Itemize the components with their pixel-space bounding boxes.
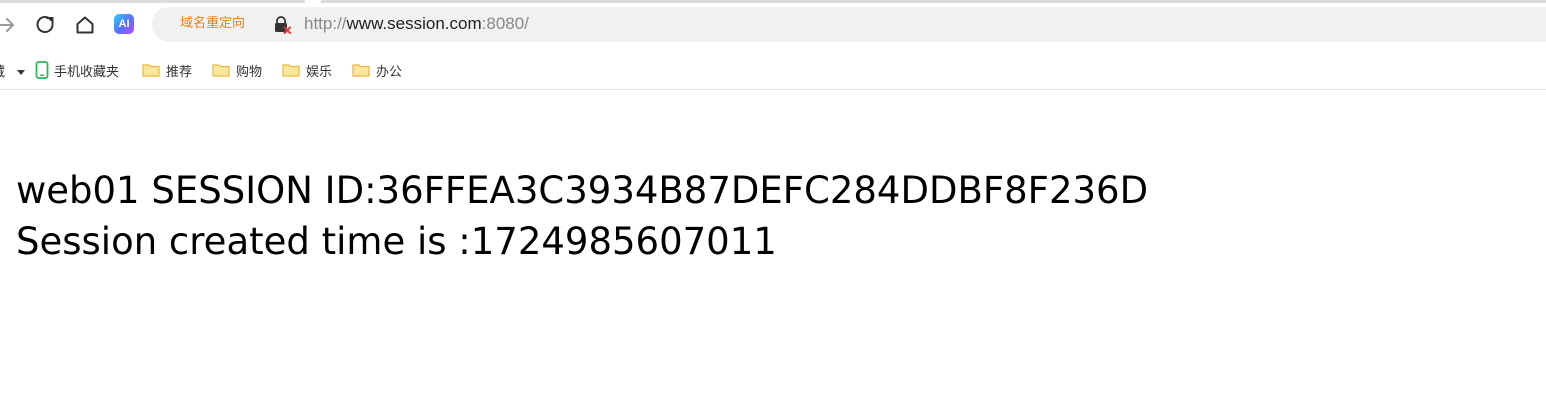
ai-assistant-label: AI: [118, 18, 130, 30]
folder-icon: [212, 64, 230, 77]
session-created-time-line: Session created time is :1724985607011: [16, 220, 777, 263]
bookmark-folder-office[interactable]: 办公: [352, 60, 402, 80]
bookmark-folder-entertainment[interactable]: 娱乐: [282, 60, 332, 80]
url-text[interactable]: http://www.session.com:8080/: [304, 13, 529, 35]
forward-arrow-icon[interactable]: [0, 13, 18, 37]
bookmark-mobile-folder[interactable]: 手机收藏夹: [35, 60, 119, 80]
bookmark-folder-label: 推荐: [166, 64, 193, 80]
url-port-path: :8080/: [481, 14, 529, 33]
folder-icon: [282, 64, 300, 77]
ai-assistant-icon[interactable]: AI: [114, 14, 134, 34]
session-id-line: web01 SESSION ID:36FFEA3C3934B87DEFC284D…: [16, 169, 1149, 212]
folder-icon: [352, 64, 370, 77]
bookmark-folder-label: 办公: [376, 64, 403, 80]
mobile-phone-icon: [35, 61, 49, 79]
insecure-lock-icon[interactable]: [272, 15, 292, 35]
domain-redirect-tag[interactable]: 域名重定向: [180, 15, 245, 33]
bookmarks-dropdown-icon[interactable]: [16, 62, 26, 82]
reload-icon[interactable]: [33, 13, 57, 37]
url-scheme: http://: [304, 14, 347, 33]
bookmark-partial-item[interactable]: 藏: [0, 60, 5, 80]
browser-toolbar: AI 域名重定向 http://www.session.com:8080/: [0, 0, 1546, 50]
bookmarks-bar: 藏 手机收藏夹 推荐 购物 娱乐 办公: [0, 50, 1546, 90]
bookmark-folder-recommend[interactable]: 推荐: [142, 60, 192, 80]
page-content: web01 SESSION ID:36FFEA3C3934B87DEFC284D…: [16, 165, 1148, 267]
home-icon[interactable]: [73, 13, 97, 37]
folder-icon: [142, 64, 160, 77]
bookmark-partial-label: 藏: [0, 61, 5, 80]
bookmark-folder-label: 娱乐: [306, 64, 333, 80]
url-host: www.session.com: [346, 14, 482, 33]
bookmark-folder-label: 购物: [236, 64, 263, 80]
tab-strip-edge: [0, 0, 1546, 4]
bookmark-folder-shopping[interactable]: 购物: [212, 60, 262, 80]
bookmark-mobile-label: 手机收藏夹: [54, 64, 120, 80]
